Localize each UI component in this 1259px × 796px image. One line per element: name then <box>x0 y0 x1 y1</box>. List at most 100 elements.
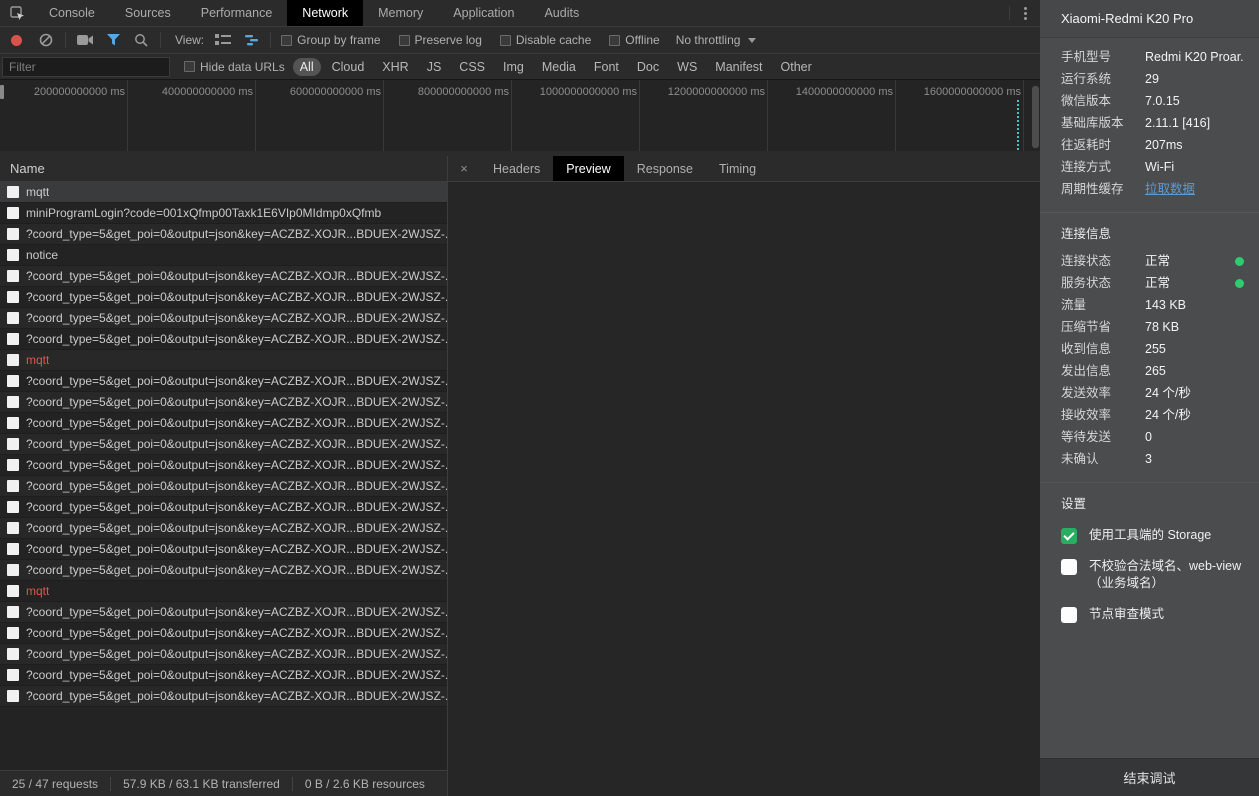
filter-chip[interactable]: Img <box>496 58 531 76</box>
throttling-select[interactable]: No throttling <box>676 33 757 47</box>
toolbar-checkbox-group[interactable]: Group by frame <box>281 33 381 47</box>
table-row[interactable]: ?coord_type=5&get_poi=0&output=json&key=… <box>0 476 447 497</box>
connection-value: 78 KB <box>1145 320 1180 334</box>
detail-tab[interactable]: Response <box>624 156 706 181</box>
table-row[interactable]: ?coord_type=5&get_poi=0&output=json&key=… <box>0 623 447 644</box>
request-name: ?coord_type=5&get_poi=0&output=json&key=… <box>26 542 447 556</box>
filter-chip[interactable]: JS <box>420 58 449 76</box>
table-row[interactable]: ?coord_type=5&get_poi=0&output=json&key=… <box>0 455 447 476</box>
connection-row: 压缩节省 78 KB <box>1040 316 1259 338</box>
toolbar-checkbox-group[interactable]: Disable cache <box>499 33 591 47</box>
table-row[interactable]: ?coord_type=5&get_poi=0&output=json&key=… <box>0 308 447 329</box>
record-icon[interactable] <box>11 34 22 46</box>
table-row[interactable]: mqtt <box>0 581 447 602</box>
detail-tab[interactable]: Headers <box>480 156 553 181</box>
setting-item[interactable]: 使用工具端的 Storage <box>1040 520 1259 551</box>
checkbox-icon[interactable] <box>609 34 621 46</box>
file-icon <box>7 522 19 534</box>
inspect-element-button[interactable] <box>0 0 34 26</box>
detail-tab[interactable]: Timing <box>706 156 769 181</box>
filter-input[interactable] <box>2 56 170 77</box>
hide-data-urls-checkbox[interactable]: Hide data URLs <box>184 60 285 74</box>
table-row[interactable]: ?coord_type=5&get_poi=0&output=json&key=… <box>0 497 447 518</box>
toolbar-checkbox-group[interactable]: Preserve log <box>398 33 482 47</box>
name-column-header[interactable]: Name <box>0 156 447 182</box>
clear-icon[interactable] <box>37 31 55 49</box>
table-row[interactable]: ?coord_type=5&get_poi=0&output=json&key=… <box>0 560 447 581</box>
filter-chip[interactable]: Cloud <box>325 58 372 76</box>
connection-value: 正常 <box>1145 254 1171 268</box>
table-row[interactable]: miniProgramLogin?code=001xQfmp00Taxk1E6V… <box>0 203 447 224</box>
filter-chip[interactable]: All <box>292 57 321 76</box>
filter-chip[interactable]: WS <box>670 58 704 76</box>
filter-chips: All Cloud XHR JS CSS Img Media Font Doc <box>292 57 819 76</box>
table-row[interactable]: ?coord_type=5&get_poi=0&output=json&key=… <box>0 644 447 665</box>
table-row[interactable]: mqtt <box>0 350 447 371</box>
request-name: ?coord_type=5&get_poi=0&output=json&key=… <box>26 689 447 703</box>
request-name: ?coord_type=5&get_poi=0&output=json&key=… <box>26 269 447 283</box>
checkbox-icon[interactable] <box>1061 607 1077 623</box>
table-row[interactable]: ?coord_type=5&get_poi=0&output=json&key=… <box>0 686 447 707</box>
connection-value: 0 <box>1145 430 1152 444</box>
checkbox-icon[interactable] <box>1061 528 1077 544</box>
info-row: 运行系统 29 <box>1040 68 1259 90</box>
overview-scrollbar-thumb[interactable] <box>1032 86 1039 148</box>
request-name: mqtt <box>26 185 50 199</box>
setting-item[interactable]: 不校验合法域名、web-view（业务域名） <box>1040 551 1259 599</box>
screenshot-camera-icon[interactable] <box>76 31 94 49</box>
main-tab[interactable]: Network <box>287 0 364 26</box>
view-list-icon[interactable] <box>214 31 232 49</box>
table-row[interactable]: notice <box>0 245 447 266</box>
toolbar-checkbox-group[interactable]: Offline <box>609 33 660 47</box>
overview-resize-handle[interactable] <box>0 85 4 99</box>
filter-chip[interactable]: Other <box>774 58 819 76</box>
filter-chip[interactable]: Manifest <box>708 58 769 76</box>
detail-tab[interactable]: Preview <box>553 156 624 181</box>
checkbox-icon[interactable] <box>1061 559 1077 575</box>
toolbar-separator <box>65 32 66 48</box>
main-tab[interactable]: Performance <box>186 0 288 26</box>
end-debug-button[interactable]: 结束调试 <box>1040 758 1259 796</box>
checkbox-icon[interactable] <box>281 34 293 46</box>
timeline-overview[interactable]: 200000000000 ms 400000000000 ms 60000000… <box>0 80 1040 156</box>
filter-funnel-icon[interactable] <box>104 31 122 49</box>
main-tab[interactable]: Memory <box>363 0 438 26</box>
filter-chip[interactable]: Media <box>535 58 583 76</box>
main-tab[interactable]: Application <box>438 0 529 26</box>
filter-chip[interactable]: CSS <box>452 58 492 76</box>
kebab-menu-icon[interactable] <box>1010 0 1040 26</box>
setting-item[interactable]: 节点审查模式 <box>1040 599 1259 630</box>
main-tab[interactable]: Sources <box>110 0 186 26</box>
status-bar: 25 / 47 requests 57.9 KB / 63.1 KB trans… <box>0 770 447 796</box>
table-row[interactable]: ?coord_type=5&get_poi=0&output=json&key=… <box>0 392 447 413</box>
table-row[interactable]: ?coord_type=5&get_poi=0&output=json&key=… <box>0 371 447 392</box>
table-row[interactable]: ?coord_type=5&get_poi=0&output=json&key=… <box>0 413 447 434</box>
table-row[interactable]: ?coord_type=5&get_poi=0&output=json&key=… <box>0 287 447 308</box>
search-icon[interactable] <box>132 31 150 49</box>
checkbox-icon[interactable] <box>184 61 195 72</box>
table-row[interactable]: ?coord_type=5&get_poi=0&output=json&key=… <box>0 539 447 560</box>
checkbox-icon[interactable] <box>398 34 410 46</box>
table-row[interactable]: ?coord_type=5&get_poi=0&output=json&key=… <box>0 602 447 623</box>
device-sidebar: Xiaomi-Redmi K20 Pro 手机型号 Redmi K20 Proa… <box>1040 0 1259 796</box>
request-name: ?coord_type=5&get_poi=0&output=json&key=… <box>26 227 447 241</box>
main-tab[interactable]: Audits <box>529 0 594 26</box>
info-label: 手机型号 <box>1061 50 1112 64</box>
table-row[interactable]: ?coord_type=5&get_poi=0&output=json&key=… <box>0 329 447 350</box>
table-row[interactable]: ?coord_type=5&get_poi=0&output=json&key=… <box>0 434 447 455</box>
table-row[interactable]: ?coord_type=5&get_poi=0&output=json&key=… <box>0 224 447 245</box>
table-row[interactable]: mqtt <box>0 182 447 203</box>
filter-chip[interactable]: Doc <box>630 58 666 76</box>
filter-chip[interactable]: Font <box>587 58 626 76</box>
checkbox-icon[interactable] <box>499 34 511 46</box>
table-row[interactable]: ?coord_type=5&get_poi=0&output=json&key=… <box>0 266 447 287</box>
main-tab[interactable]: Console <box>34 0 110 26</box>
close-icon[interactable]: × <box>448 156 480 181</box>
table-row[interactable]: ?coord_type=5&get_poi=0&output=json&key=… <box>0 665 447 686</box>
filter-chip[interactable]: XHR <box>375 58 415 76</box>
file-icon <box>7 228 19 240</box>
waterfall-icon[interactable] <box>242 31 260 49</box>
network-toolbar: View: Group by frame Preserve log Disabl… <box>0 27 1040 54</box>
table-row[interactable]: ?coord_type=5&get_poi=0&output=json&key=… <box>0 518 447 539</box>
setting-label: 节点审查模式 <box>1089 607 1165 621</box>
